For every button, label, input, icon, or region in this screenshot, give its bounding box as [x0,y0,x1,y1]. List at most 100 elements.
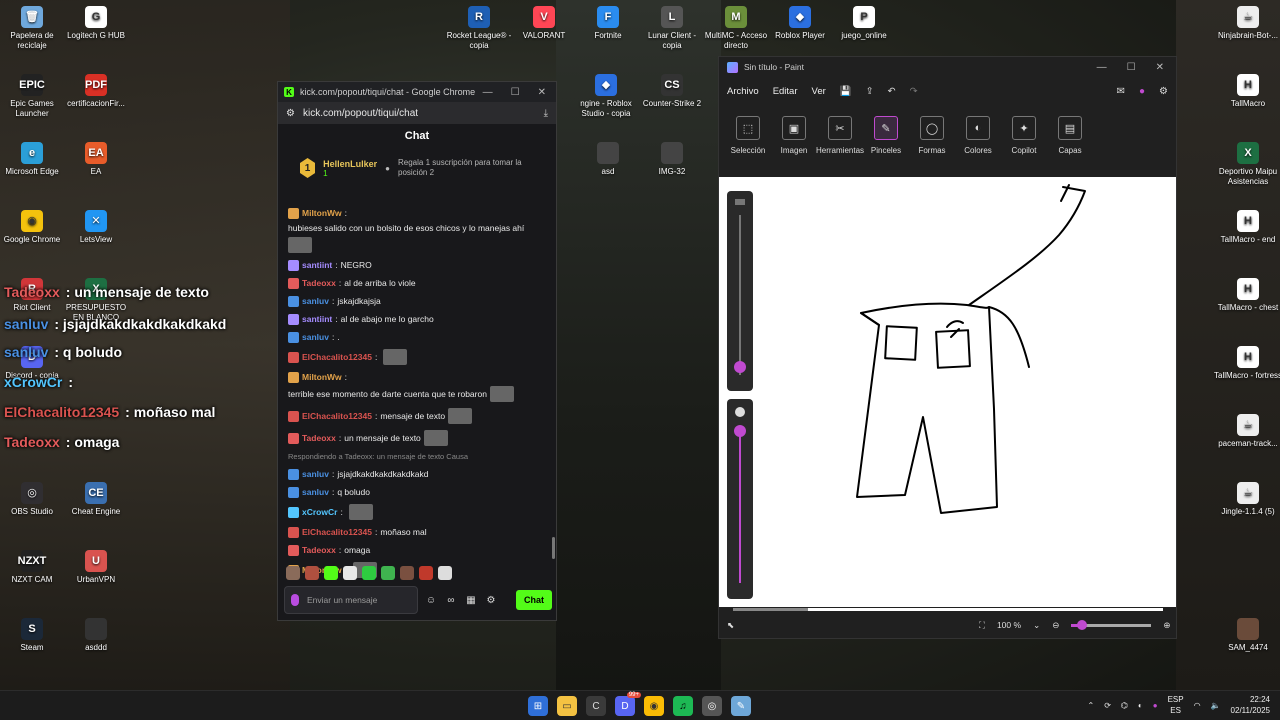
chat-message[interactable]: Tadeoxx: un mensaje de texto [278,427,548,449]
emote[interactable] [324,566,338,580]
chat-message[interactable]: ElChacalito12345: mensaje de texto [278,405,548,427]
start-icon[interactable]: ⊞ [528,696,548,716]
ribbon-icon[interactable]: ⬚ [736,116,760,140]
chrome-title-bar[interactable]: K kick.com/popout/tiqui/chat - Google Ch… [278,82,556,102]
desktop-icon-right-3[interactable]: H TallMacro - end [1214,210,1280,245]
download-icon[interactable]: ⤓ [544,108,548,119]
chrome-popout-window[interactable]: K kick.com/popout/tiqui/chat - Google Ch… [277,81,557,621]
undo-icon[interactable]: ↶ [888,86,896,97]
sync-icon[interactable]: ⟳ [1104,701,1111,710]
save-icon[interactable]: 💾 [840,86,852,97]
ribbon-group-7[interactable]: ▤ Capas [1047,116,1093,155]
settings-icon[interactable]: ⚙ [484,595,498,606]
close-icon[interactable]: ✕ [1156,62,1164,73]
desktop-icon-left-16[interactable]: asddd [62,618,130,653]
brush-size-slider[interactable] [727,191,753,391]
chat-message[interactable]: santiint: al de abajo me lo garcho [278,310,548,328]
desktop-icon-top-2[interactable]: F Fortnite [574,6,642,41]
chat-username[interactable]: MiltonWw [302,371,342,383]
chat-message[interactable]: ElChacalito12345: moñaso mal [278,523,548,541]
chat-input-placeholder[interactable]: Enviar un mensaje [307,595,377,605]
share-icon[interactable]: ⇪ [866,86,874,97]
mic-icon[interactable] [291,594,299,606]
paint-window[interactable]: Sin título - Paint — ☐ ✕ Archivo Editar … [718,56,1177,639]
desktop-icon-mid-3[interactable]: IMG-32 [638,142,706,177]
chat-message[interactable]: Tadeoxx: omaga [278,541,548,559]
desktop-icon-right-6[interactable]: ☕ paceman-track... [1214,414,1280,449]
chat-scrollbar[interactable] [552,537,555,559]
chat-message[interactable]: santiint: NEGRO [278,256,548,274]
discord-icon[interactable]: D 99+ [615,692,641,716]
ccleaner-icon[interactable]: C [586,696,606,716]
desktop-icon-right-8[interactable]: SAM_4474 [1214,618,1280,653]
desktop-icon-left-11[interactable]: ◎ OBS Studio [0,482,66,517]
ribbon-icon[interactable]: ✂ [828,116,852,140]
ribbon-icon[interactable]: ▤ [1058,116,1082,140]
chat-message-list[interactable]: MiltonWw: hubieses salido con un bolsito … [278,204,548,581]
zoom-in-icon[interactable]: ⊕ [1163,620,1170,631]
emote[interactable] [419,566,433,580]
ribbon-icon[interactable]: ◐ [966,116,990,140]
emote[interactable] [305,566,319,580]
ribbon-icon[interactable]: ▣ [782,116,806,140]
desktop-icon-top-3[interactable]: L Lunar Client - copia [638,6,706,51]
desktop-icon-top-1[interactable]: V VALORANT [510,6,578,41]
desktop-icon-right-7[interactable]: ☕ Jingle-1.1.4 (5) [1214,482,1280,517]
desktop-icon-top-4[interactable]: M MultiMC - Acceso directo [702,6,770,51]
minimize-icon[interactable]: — [1097,62,1107,73]
chat-username[interactable]: santiint [302,313,332,325]
ribbon-group-5[interactable]: ◐ Colores [955,116,1001,155]
chat-username[interactable]: Tadeoxx [302,432,336,444]
menu-archivo[interactable]: Archivo [727,86,759,97]
chat-message[interactable]: MiltonWw: terrible ese momento de darte c… [278,368,548,405]
desktop-icon-right-5[interactable]: H TallMacro - fortress [1214,346,1280,381]
settings-icon[interactable]: ⚙ [1159,86,1168,97]
url-text[interactable]: kick.com/popout/tiqui/chat [303,108,418,119]
clock[interactable]: 22:24 02/11/2025 [1231,694,1270,716]
spotify-icon[interactable]: ♫ [673,696,693,716]
emote-bar[interactable] [286,566,452,580]
desktop-icon-left-6[interactable]: ◉ Google Chrome [0,210,66,245]
microphone-icon[interactable]: ● [1153,701,1158,710]
chrome-taskbar-icon[interactable]: ◉ [644,696,664,716]
steam-tray-icon[interactable]: ◐ [1138,701,1143,710]
maximize-icon[interactable]: ☐ [1127,62,1136,73]
link-icon[interactable]: ∞ [444,595,458,606]
desktop-icon-left-1[interactable]: G Logitech G HUB [62,6,130,41]
address-bar[interactable]: ⚙ kick.com/popout/tiqui/chat ⤓ [278,102,556,124]
desktop-icon-left-15[interactable]: S Steam [0,618,66,653]
desktop-icon-top-5[interactable]: ◆ Roblox Player [766,6,834,41]
chat-message[interactable]: xCrowCr: [278,501,548,523]
desktop-icon-right-4[interactable]: H TallMacro - chest [1214,278,1280,313]
zoom-level[interactable]: 100 % [997,620,1021,630]
desktop-icon-mid-2[interactable]: asd [574,142,642,177]
file-explorer-icon[interactable]: ▭ [557,696,577,716]
close-icon[interactable]: ✕ [538,87,546,98]
emote[interactable] [362,566,376,580]
ribbon-group-6[interactable]: ✦ Copilot [1001,116,1047,155]
account-icon[interactable]: ● [1139,86,1145,97]
desktop-icon-right-1[interactable]: H TallMacro [1214,74,1280,109]
ribbon-icon[interactable]: ✎ [874,116,898,140]
emote-picker-icon[interactable]: ☺ [424,595,438,606]
fit-icon[interactable]: ⛶ [979,620,985,631]
language-indicator[interactable]: ESP ES [1168,694,1184,716]
paint-title-bar[interactable]: Sin título - Paint — ☐ ✕ [719,57,1176,77]
desktop-icon-right-0[interactable]: ☕ Ninjabrain-Bot-... [1214,6,1280,41]
desktop-icon-left-5[interactable]: EA EA [62,142,130,177]
wifi-icon[interactable]: ◠ [1194,701,1201,710]
emote[interactable] [381,566,395,580]
ribbon-group-0[interactable]: ⬚ Selección [725,116,771,155]
chat-username[interactable]: ElChacalito12345 [302,351,372,363]
site-info-icon[interactable]: ⚙ [286,108,295,119]
desktop-icon-left-12[interactable]: CE Cheat Engine [62,482,130,517]
ribbon-icon[interactable]: ◯ [920,116,944,140]
drawing-canvas[interactable] [719,177,1176,607]
menu-ver[interactable]: Ver [812,86,826,97]
maximize-icon[interactable]: ☐ [511,87,520,98]
desktop-icon-left-13[interactable]: NZXT NZXT CAM [0,550,66,585]
opacity-knob[interactable] [734,425,746,437]
network-icon[interactable]: ⌬ [1121,701,1128,710]
pinned-username[interactable]: HellenLulker [323,159,377,169]
chevron-up-icon[interactable]: ⌃ [1088,701,1095,710]
